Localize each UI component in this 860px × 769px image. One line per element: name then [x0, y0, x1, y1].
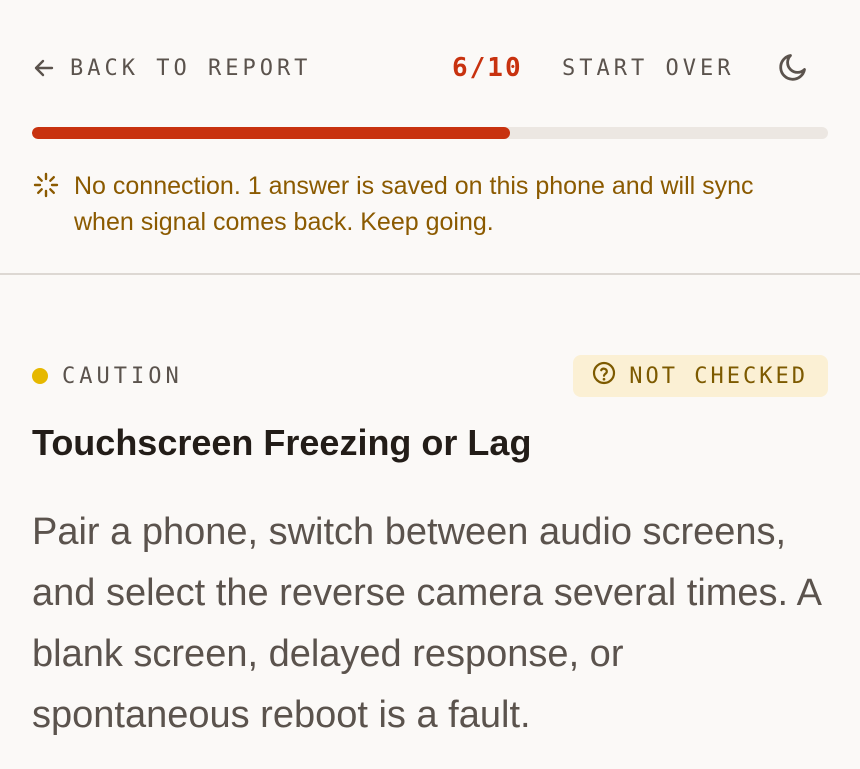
start-over-button[interactable]: START OVER — [562, 44, 734, 92]
arrow-left-icon — [32, 56, 56, 80]
theme-toggle-button[interactable] — [776, 50, 812, 86]
caution-dot-icon — [32, 368, 48, 384]
loading-spinner-icon — [32, 171, 60, 199]
check-title: Touchscreen Freezing or Lag — [32, 422, 532, 463]
back-to-report-label: BACK TO REPORT — [70, 55, 312, 81]
status-badge: NOT CHECKED — [573, 355, 828, 397]
status-row: CAUTION NOT CHECKED — [32, 355, 828, 397]
check-description: Pair a phone, switch between audio scree… — [32, 511, 820, 736]
progress-bar-fill — [32, 127, 510, 139]
question-circle-icon — [591, 360, 617, 392]
offline-notice-text: No connection. 1 answer is saved on this… — [74, 172, 754, 236]
back-to-report-button[interactable]: BACK TO REPORT — [32, 44, 311, 92]
question-counter: 6/10 — [452, 53, 523, 83]
moon-icon — [777, 49, 811, 88]
status-label: NOT CHECKED — [629, 363, 808, 389]
severity-label: CAUTION — [62, 363, 183, 389]
offline-notice: No connection. 1 answer is saved on this… — [32, 168, 812, 240]
header-divider — [0, 273, 860, 275]
progress-bar — [32, 127, 828, 139]
top-navigation: BACK TO REPORT 6/10 START OVER — [32, 44, 828, 92]
checklist-page: BACK TO REPORT 6/10 START OVER No connec… — [0, 0, 860, 769]
severity-indicator: CAUTION — [32, 355, 183, 397]
check-item-card: CAUTION NOT CHECKED Touchscreen Freezing… — [32, 355, 828, 769]
